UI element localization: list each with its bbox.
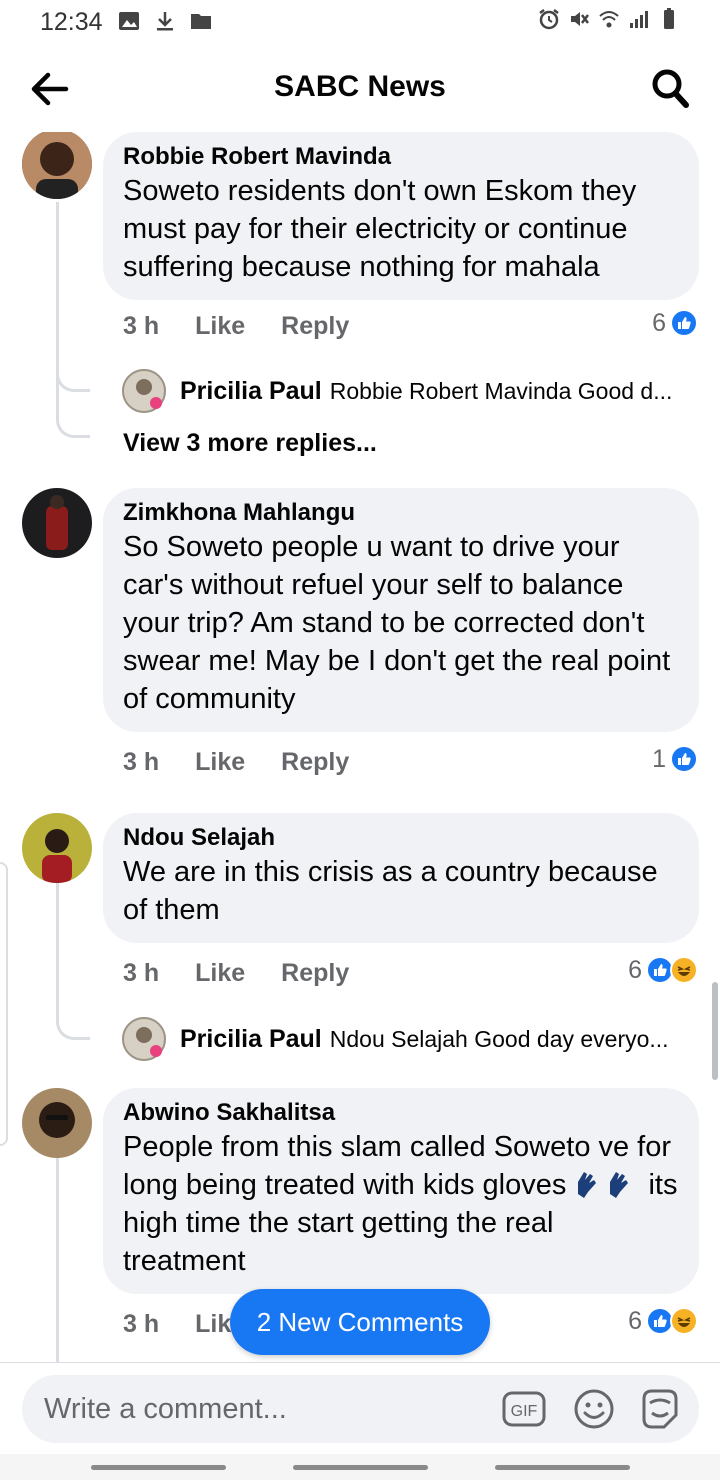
app-header: SABC News (0, 44, 720, 132)
like-button[interactable]: Like (195, 959, 245, 988)
comment-actions: 3 h Like Reply (123, 309, 385, 343)
left-edge-handle[interactable] (0, 862, 8, 1146)
comment-actions: 3 h Like Reply (123, 956, 385, 990)
status-time: 12:34 (40, 8, 103, 36)
alarm-icon (539, 9, 559, 30)
smiley-icon[interactable] (570, 1385, 618, 1433)
comment-bubble[interactable]: Zimkhona Mahlangu So Soweto people u wan… (103, 488, 699, 732)
haha-reaction-icon (670, 1307, 698, 1335)
comment-text: People from this slam called Soweto ve f… (123, 1128, 679, 1280)
mute-icon (571, 12, 589, 26)
page-title: SABC News (274, 70, 446, 103)
person-icon (22, 1088, 92, 1158)
status-bar: 12:34 (0, 0, 720, 44)
reply-button[interactable]: Reply (281, 748, 349, 777)
reply-connector (56, 360, 90, 392)
wifi-icon (599, 11, 619, 28)
avatar[interactable] (22, 1088, 92, 1158)
like-button[interactable]: Like (195, 748, 245, 777)
battery-icon (664, 8, 674, 29)
sticker-icon[interactable] (636, 1385, 684, 1433)
avatar[interactable] (22, 132, 92, 199)
avatar[interactable] (22, 488, 92, 558)
person-icon (22, 813, 92, 883)
comment-input-placeholder: Write a comment... (44, 1393, 287, 1425)
comment-text: We are in this crisis as a country becau… (123, 856, 658, 926)
reaction-count: 6 (628, 1306, 642, 1335)
reply-preview[interactable]: Pricilia Paul Robbie Robert Mavinda Good… (122, 368, 702, 414)
like-button[interactable]: Lik (195, 1310, 231, 1339)
nav-back-button[interactable] (495, 1465, 630, 1470)
folder-icon (191, 14, 211, 29)
like-reaction-icon (670, 309, 698, 337)
reaction-count: 6 (652, 308, 666, 337)
comment-text: So Soweto people u want to drive your ca… (123, 531, 671, 715)
person-icon (22, 132, 92, 199)
comment-author[interactable]: Zimkhona Mahlangu (123, 498, 679, 528)
reaction-count: 6 (628, 955, 642, 984)
reaction-summary[interactable]: 1 (652, 744, 698, 774)
like-button[interactable]: Like (195, 312, 245, 341)
reply-text: Robbie Robert Mavinda Good d... (329, 377, 673, 404)
gloves-emoji-icon (574, 1169, 640, 1201)
reaction-summary[interactable]: 6 (652, 308, 698, 338)
comment-actions: 3 h Like Reply (123, 745, 385, 779)
reply-text: Ndou Selajah Good day everyo... (329, 1025, 669, 1052)
comment-time: 3 h (123, 958, 160, 987)
avatar[interactable] (22, 813, 92, 883)
reply-connector (56, 390, 90, 438)
comment-bubble[interactable]: Robbie Robert Mavinda Soweto residents d… (103, 132, 699, 300)
gif-icon[interactable]: GIF (500, 1385, 548, 1433)
avatar[interactable] (122, 369, 166, 413)
reply-author[interactable]: Pricilia Paul (180, 377, 322, 406)
reaction-summary[interactable]: 6 (628, 1306, 698, 1336)
signal-icon (630, 11, 648, 28)
image-icon (119, 12, 139, 30)
nav-recent-button[interactable] (91, 1465, 226, 1470)
reaction-count: 1 (652, 744, 666, 773)
like-reaction-icon (670, 745, 698, 773)
comment-composer: Write a comment... GIF (0, 1362, 720, 1454)
comment-author[interactable]: Abwino Sakhalitsa (123, 1098, 679, 1128)
svg-text:GIF: GIF (511, 1403, 538, 1420)
reaction-summary[interactable]: 6 (628, 955, 698, 985)
thread-line (56, 1158, 59, 1362)
thread-line (56, 883, 59, 1013)
haha-reaction-icon (670, 956, 698, 984)
view-more-replies-link[interactable]: View 3 more replies... (123, 429, 377, 458)
avatar[interactable] (122, 1017, 166, 1061)
reply-preview[interactable]: Pricilia Paul Ndou Selajah Good day ever… (122, 1016, 702, 1062)
comment-input[interactable]: Write a comment... GIF (22, 1375, 699, 1443)
comment-time: 3 h (123, 1309, 160, 1338)
comment-time: 3 h (123, 311, 160, 340)
scrollbar-thumb[interactable] (712, 982, 718, 1080)
download-icon (157, 12, 173, 31)
comment-bubble[interactable]: Abwino Sakhalitsa People from this slam … (103, 1088, 699, 1294)
system-nav-bar (0, 1454, 720, 1480)
comment-author[interactable]: Robbie Robert Mavinda (123, 142, 679, 172)
comment-time: 3 h (123, 747, 160, 776)
comment-text: Soweto residents don't own Eskom they mu… (123, 175, 637, 283)
comment-author[interactable]: Ndou Selajah (123, 823, 679, 853)
reply-button[interactable]: Reply (281, 312, 349, 341)
reply-connector (56, 1004, 90, 1040)
person-icon (22, 488, 92, 558)
search-icon[interactable] (650, 66, 690, 110)
comment-bubble[interactable]: Ndou Selajah We are in this crisis as a … (103, 813, 699, 943)
reply-author[interactable]: Pricilia Paul (180, 1025, 322, 1054)
reply-button[interactable]: Reply (281, 959, 349, 988)
new-comments-button[interactable]: 2 New Comments (230, 1289, 490, 1355)
comments-feed[interactable]: Robbie Robert Mavinda Soweto residents d… (0, 132, 720, 1362)
nav-home-button[interactable] (293, 1465, 428, 1470)
